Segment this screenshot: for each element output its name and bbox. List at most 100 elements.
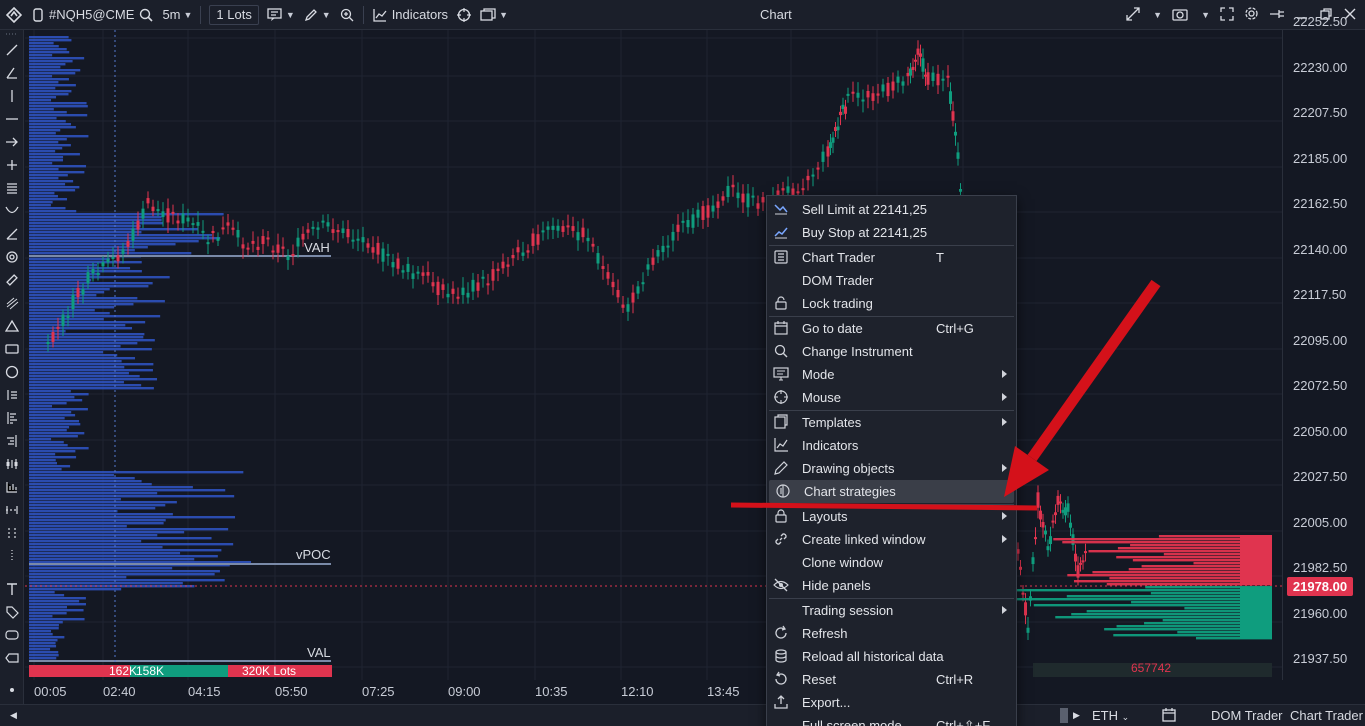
chevron-down-icon[interactable]: ▼	[1201, 10, 1210, 20]
pitchfork-tool-icon[interactable]	[4, 387, 20, 403]
arrow-tool-icon[interactable]	[4, 134, 20, 150]
candle-body	[526, 250, 530, 253]
volume-profile-tool-icon[interactable]	[4, 433, 20, 449]
menu-item-export[interactable]: Export...	[767, 691, 1016, 714]
candle-body	[646, 264, 650, 270]
vertical-line-tool-icon[interactable]	[4, 88, 20, 104]
volume-profile-bar	[29, 51, 70, 54]
measure-tool-icon[interactable]	[4, 502, 20, 518]
scroll-left-icon[interactable]: ◀	[10, 710, 17, 721]
more-tools-icon[interactable]	[4, 685, 20, 695]
volume-profile-bar	[29, 288, 110, 291]
fullscreen-icon[interactable]	[1220, 6, 1234, 24]
pin-icon[interactable]	[1269, 7, 1285, 24]
text-tool-icon[interactable]	[4, 581, 20, 597]
calendar-icon[interactable]	[1161, 707, 1177, 726]
menu-item-indicators[interactable]: Indicators	[767, 434, 1016, 457]
instrument-selector[interactable]: #NQH5@CME	[26, 0, 158, 30]
dots-tool-icon[interactable]	[4, 548, 20, 564]
session-selector[interactable]: ETH ⌄	[1092, 708, 1129, 723]
menu-item-sell-limit-at-22141-25[interactable]: Sell Limit at 22141,25	[767, 198, 1016, 221]
candle-body	[631, 292, 635, 303]
scroll-thumb[interactable]	[1060, 708, 1068, 723]
menu-item-mode[interactable]: Mode	[767, 363, 1016, 386]
label-tool-icon[interactable]	[4, 627, 20, 643]
menu-item-full-screen-mode[interactable]: Full screen mode Ctrl+⇧+F	[767, 714, 1016, 726]
maximize-arrows-icon[interactable]	[1126, 6, 1140, 24]
menu-item-refresh[interactable]: Refresh	[767, 622, 1016, 645]
menu-item-chart-strategies[interactable]: Chart strategies	[769, 480, 1014, 503]
candle-body	[911, 66, 915, 70]
chevron-down-icon[interactable]: ▼	[1153, 10, 1162, 20]
menu-item-chart-trader[interactable]: Chart Trader T	[767, 246, 1016, 269]
menu-item-drawing-objects[interactable]: Drawing objects	[767, 457, 1016, 480]
indicators-button[interactable]: Indicators	[368, 0, 452, 30]
gear-icon[interactable]	[1244, 6, 1259, 24]
menu-item-buy-stop-at-22141-25[interactable]: Buy Stop at 22141,25	[767, 221, 1016, 244]
drag-handle-icon[interactable]	[4, 30, 20, 38]
menu-item-go-to-date[interactable]: Go to date Ctrl+G	[767, 317, 1016, 340]
fibonacci-tool-icon[interactable]	[4, 295, 20, 311]
candles-tool-icon[interactable]	[4, 456, 20, 472]
app-logo-icon[interactable]	[0, 0, 26, 30]
spiral-tool-icon[interactable]	[4, 249, 20, 265]
menu-item-lock-trading[interactable]: Lock trading	[767, 292, 1016, 315]
chart-type-selector[interactable]: ▼	[263, 0, 299, 30]
candle-body	[621, 304, 625, 308]
ellipse-tool-icon[interactable]	[4, 364, 20, 380]
price-chart[interactable]	[25, 30, 1282, 680]
menu-item-templates[interactable]: Templates	[767, 411, 1016, 434]
menu-item-clone-window[interactable]: Clone window	[767, 551, 1016, 574]
menu-item-create-linked-window[interactable]: Create linked window	[767, 528, 1016, 551]
camera-icon[interactable]	[1172, 7, 1188, 24]
volume-profile-bar	[29, 426, 70, 429]
order-book-bar	[1013, 589, 1272, 592]
drawing-tools-selector[interactable]: ▼	[299, 0, 335, 30]
volume-profile-bar	[29, 147, 63, 150]
volume-profile-bar	[29, 633, 53, 636]
ruler-tool-icon[interactable]	[4, 272, 20, 288]
candle-body	[1044, 530, 1047, 535]
range-tool-icon[interactable]	[4, 525, 20, 541]
rectangle-tool-icon[interactable]	[4, 341, 20, 357]
crosshair-button[interactable]	[452, 0, 476, 30]
lines-tool-icon[interactable]	[4, 180, 20, 196]
menu-item-trading-session[interactable]: Trading session	[767, 599, 1016, 622]
lots-input[interactable]: 1 Lots	[209, 4, 259, 25]
volume-profile-bar	[29, 201, 53, 204]
search-icon[interactable]	[138, 7, 154, 23]
chart-area[interactable]: VAH vPOC VAL 162K 158K 320K Lots 657742	[25, 30, 1282, 680]
scroll-right-icon[interactable]: ▶	[1073, 710, 1080, 721]
horizontal-line-tool-icon[interactable]	[4, 111, 20, 127]
menu-item-reset[interactable]: Reset Ctrl+R	[767, 668, 1016, 691]
triangle-tool-icon[interactable]	[4, 318, 20, 334]
curve-tool-icon[interactable]	[4, 203, 20, 219]
menu-item-hide-panels[interactable]: Hide panels	[767, 574, 1016, 597]
cross-tool-icon[interactable]	[4, 157, 20, 173]
layouts-selector[interactable]: ▼	[476, 0, 512, 30]
menu-item-reload-all-historical-data[interactable]: Reload all historical data	[767, 645, 1016, 668]
trendline-tool-icon[interactable]	[4, 42, 20, 58]
dom-trader-button[interactable]: DOM Trader	[1211, 708, 1283, 723]
ray-tool-icon[interactable]	[4, 226, 20, 242]
time-axis[interactable]: 00:05 02:40 04:15 05:50 07:25 09:00 10:35 12:10…	[25, 680, 1282, 702]
bars-tool-icon[interactable]	[4, 479, 20, 495]
menu-item-mouse[interactable]: Mouse	[767, 386, 1016, 409]
menu-item-dom-trader[interactable]: DOM Trader	[767, 269, 1016, 292]
candle-body	[391, 262, 395, 268]
candle-body	[101, 262, 105, 267]
menu-item-change-instrument[interactable]: Change Instrument	[767, 340, 1016, 363]
candle-body	[466, 292, 470, 298]
candle-body	[1079, 562, 1082, 565]
volume-profile-bar	[29, 273, 101, 276]
candle-body	[656, 250, 660, 257]
menu-item-layouts[interactable]: Layouts	[767, 505, 1016, 528]
chart-trader-button[interactable]: Chart Trader	[1290, 708, 1363, 723]
zoom-button[interactable]	[335, 0, 359, 30]
volume-profile-bar	[29, 639, 58, 642]
angle-tool-icon[interactable]	[4, 65, 20, 81]
callout-tool-icon[interactable]	[4, 650, 20, 666]
timeframe-selector[interactable]: 5m ▼	[158, 0, 196, 30]
levels-tool-icon[interactable]	[4, 410, 20, 426]
tag-tool-icon[interactable]	[4, 604, 20, 620]
